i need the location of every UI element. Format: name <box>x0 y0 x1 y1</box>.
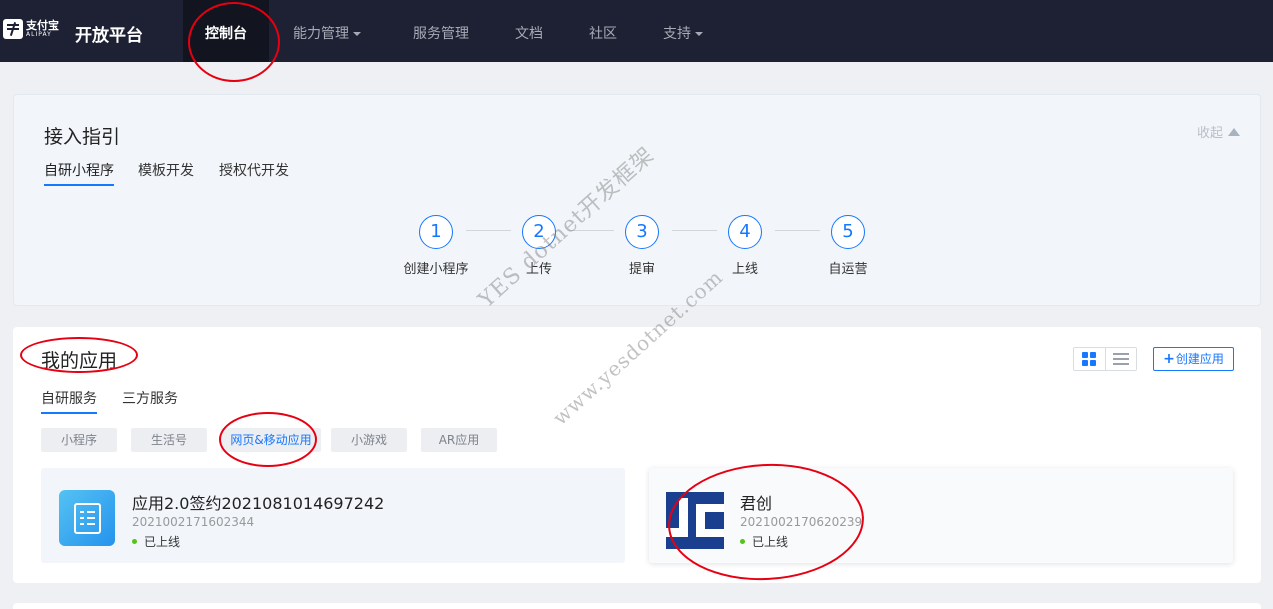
step-label: 上传 <box>525 262 552 277</box>
step-label: 自运营 <box>828 262 868 277</box>
app-card[interactable]: 君创 2021002170620239 已上线 <box>649 468 1233 563</box>
step-label: 创建小程序 <box>403 262 469 277</box>
step-upload: 2 上传 <box>489 215 589 277</box>
app-document-icon <box>59 490 115 546</box>
list-view-button[interactable] <box>1104 348 1136 370</box>
nav-item-community[interactable]: 社区 <box>589 23 617 43</box>
app-name: 应用2.0签约2021081014697242 <box>132 494 385 513</box>
logo-cn-text: 支付宝 <box>26 19 59 32</box>
create-app-button[interactable]: +创建应用 <box>1153 347 1234 371</box>
nav-item-services[interactable]: 服务管理 <box>413 23 469 43</box>
step-label: 提审 <box>628 262 655 277</box>
next-panel-edge <box>13 603 1261 609</box>
nav-item-docs[interactable]: 文档 <box>515 23 543 43</box>
view-toggle <box>1073 347 1137 371</box>
step-review: 3 提审 <box>592 215 692 277</box>
grid-icon <box>1082 352 1097 366</box>
step-number: 1 <box>419 215 453 249</box>
alipay-icon <box>3 19 23 39</box>
chevron-down-icon <box>353 32 361 36</box>
nav-item-capability[interactable]: 能力管理 <box>293 23 361 43</box>
collapse-button[interactable]: 收起 <box>1197 122 1240 141</box>
online-dot-icon <box>132 539 137 544</box>
filter-minigame[interactable]: 小游戏 <box>331 428 407 452</box>
online-dot-icon <box>740 539 745 544</box>
nav-item-console[interactable]: 控制台 <box>205 23 247 43</box>
step-number: 3 <box>625 215 659 249</box>
app-card[interactable]: 应用2.0签约2021081014697242 2021002171602344… <box>41 468 625 563</box>
app-name: 君创 <box>740 494 773 513</box>
tab-self-miniprogram[interactable]: 自研小程序 <box>44 160 114 186</box>
alipay-logo[interactable]: 支付宝 ALIPAY <box>3 19 59 39</box>
tab-third-party-services[interactable]: 三方服务 <box>122 388 178 412</box>
app-logo-icon <box>666 492 724 549</box>
tab-authorized-dev[interactable]: 授权代开发 <box>219 160 289 184</box>
app-id: 2021002170620239 <box>740 515 863 529</box>
chevron-up-icon <box>1228 128 1240 136</box>
filter-web-mobile[interactable]: 网页&移动应用 <box>221 428 321 452</box>
apps-title: 我的应用 <box>41 350 118 372</box>
guide-title: 接入指引 <box>44 126 121 148</box>
logo-en-text: ALIPAY <box>26 31 52 38</box>
tab-template-dev[interactable]: 模板开发 <box>138 160 194 184</box>
step-create: 1 创建小程序 <box>386 215 486 277</box>
my-apps-panel: 我的应用 +创建应用 自研服务 三方服务 小程序 生活号 网页&移动应用 小游戏… <box>13 327 1261 583</box>
grid-view-button[interactable] <box>1074 348 1105 370</box>
access-guide-panel: 接入指引 收起 自研小程序 模板开发 授权代开发 1 创建小程序 2 上传 3 … <box>13 94 1261 306</box>
filter-miniprogram[interactable]: 小程序 <box>41 428 117 452</box>
app-id: 2021002171602344 <box>132 515 255 529</box>
platform-title: 开放平台 <box>75 26 143 46</box>
step-launch: 4 上线 <box>695 215 795 277</box>
filter-ar[interactable]: AR应用 <box>421 428 497 452</box>
step-number: 2 <box>522 215 556 249</box>
top-navbar: 支付宝 ALIPAY 开放平台 控制台 能力管理 服务管理 文档 社区 支持 <box>0 0 1273 62</box>
app-status: 已上线 <box>132 533 180 550</box>
plus-icon: + <box>1163 351 1175 367</box>
tab-self-services[interactable]: 自研服务 <box>41 388 97 414</box>
list-icon <box>1112 353 1129 365</box>
step-label: 上线 <box>731 262 758 277</box>
filter-lifestyle[interactable]: 生活号 <box>131 428 207 452</box>
chevron-down-icon <box>695 32 703 36</box>
app-status: 已上线 <box>740 533 788 550</box>
step-number: 4 <box>728 215 762 249</box>
step-number: 5 <box>831 215 865 249</box>
step-operate: 5 自运营 <box>798 215 898 277</box>
nav-item-support[interactable]: 支持 <box>663 23 703 43</box>
